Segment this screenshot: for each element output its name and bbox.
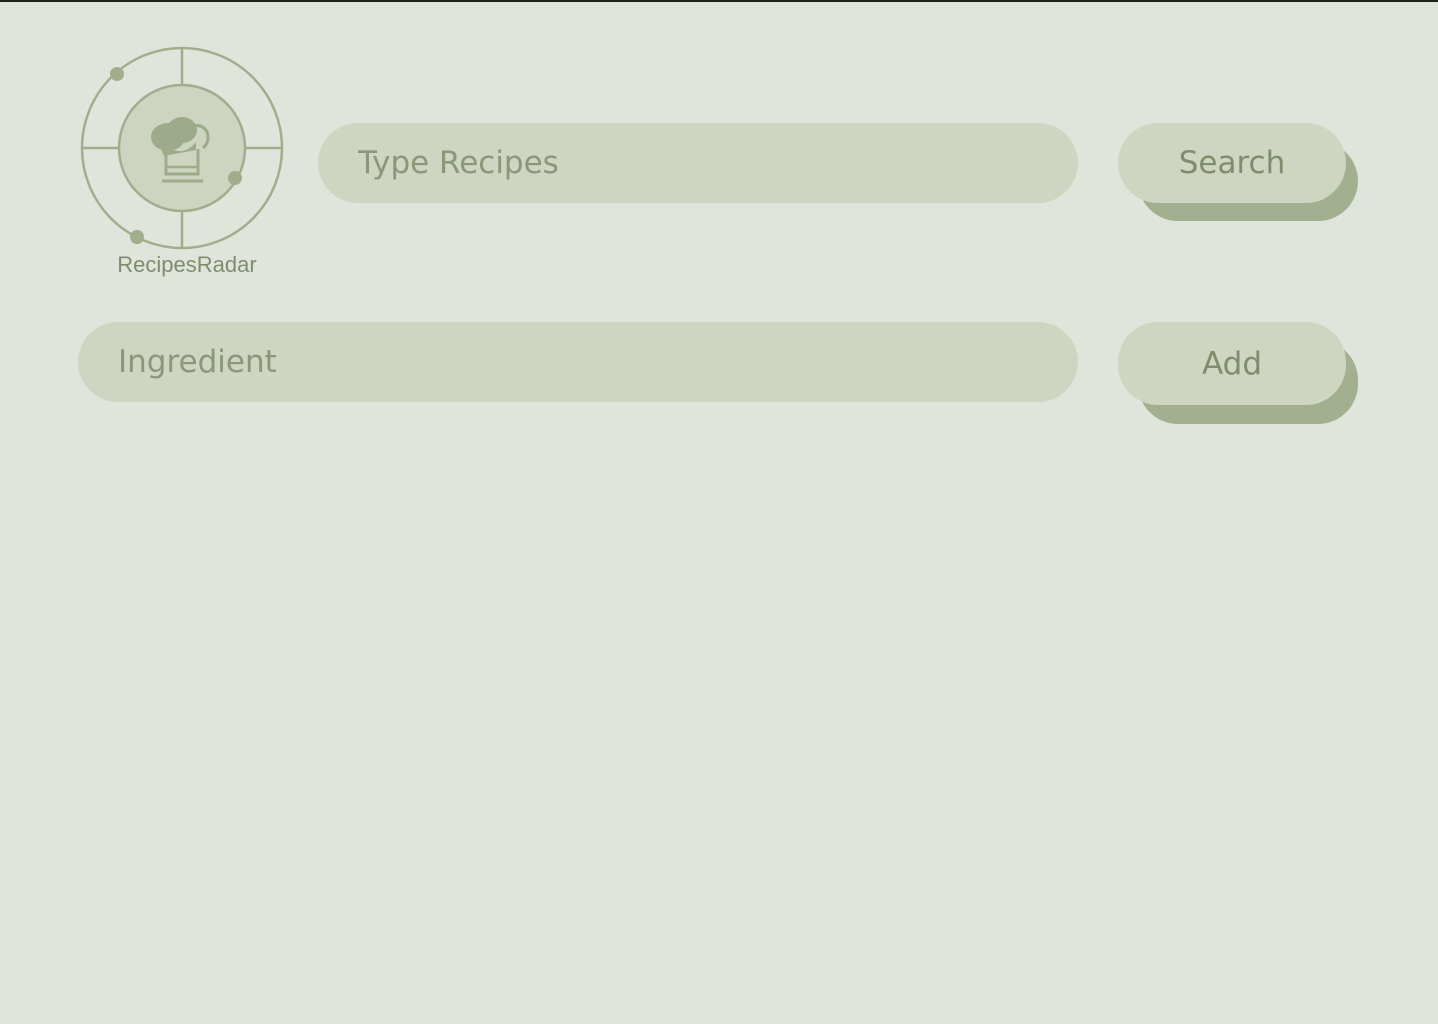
recipe-search-input[interactable] xyxy=(318,123,1078,203)
search-button-group: Search xyxy=(1118,123,1358,223)
search-button[interactable]: Search xyxy=(1118,123,1346,203)
radar-chef-icon xyxy=(80,46,284,250)
logo-text: RecipesRadar xyxy=(117,252,257,277)
app-logo: RecipesRadar xyxy=(80,46,285,286)
ingredient-input[interactable] xyxy=(78,322,1078,402)
window-top-border xyxy=(0,0,1438,2)
add-button-group: Add xyxy=(1118,322,1358,424)
add-ingredient-button[interactable]: Add xyxy=(1118,322,1346,405)
